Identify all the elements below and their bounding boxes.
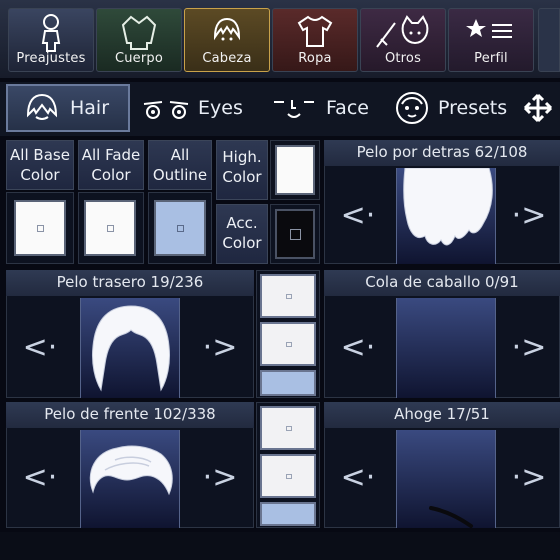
high-color-swatch[interactable] [275,145,315,195]
pelo-frente-prev-button[interactable]: <· [12,452,68,502]
acc-color-label: Acc. Color [216,204,268,264]
pelo-frente-color-2[interactable] [260,454,316,498]
category-label: Cuerpo [114,51,164,66]
pelo-detras-header: Pelo por detras 62/108 [324,140,560,166]
hair-rear-thumbnail [92,305,170,392]
category-preajustes[interactable]: Preajustes [8,8,94,72]
arrow-left-icon: <· [340,329,376,365]
tab-label: Hair [70,97,110,119]
category-label: Otros [384,51,422,66]
figure-icon [41,14,61,52]
category-label: Ropa [298,51,332,66]
arrow-left-icon: <· [22,329,58,365]
pelo-trasero-prev-button[interactable]: <· [12,322,68,372]
ahoge-header: Ahoge 17/51 [324,402,560,428]
category-ropa[interactable]: Ropa [272,8,358,72]
head-icon [213,17,241,41]
pelo-detras-prev-button[interactable]: <· [330,190,386,240]
acc-color-swatch[interactable] [275,209,315,259]
category-label: Perfil [474,51,508,66]
hair-back-thumbnail [403,167,493,246]
presets-icon [396,92,428,124]
pelo-trasero-header: Pelo trasero 19/236 [6,270,254,296]
category-label: Cabeza [202,51,252,66]
move-icon [523,93,553,123]
arrow-left-icon: <· [22,459,58,495]
category-label: Preajustes [16,51,86,66]
pelo-trasero-preview [80,298,180,398]
arrow-left-icon: <· [340,197,376,233]
all-base-color-swatch[interactable] [14,200,66,256]
arrow-right-icon: ·> [202,329,238,365]
tab-face[interactable]: Face [262,84,386,132]
pelo-frente-color-3[interactable] [260,502,316,526]
category-bar: Preajustes Cuerpo Cabeza Ropa Otros Perf… [0,0,560,78]
pelo-detras-preview [396,167,496,264]
all-base-color-label: All Base Color [6,140,74,190]
tab-label: Presets [438,97,508,119]
all-outline-swatch[interactable] [154,200,206,256]
category-otros[interactable]: Otros [360,8,446,72]
arrow-left-icon: <· [340,459,376,495]
tab-eyes[interactable]: Eyes [134,84,258,132]
shirt-icon [297,15,333,47]
ahoge-next-button[interactable]: ·> [502,452,556,502]
tab-bar: Hair Eyes Face Presets [0,82,560,136]
arrow-right-icon: ·> [511,329,547,365]
pelo-trasero-color-2[interactable] [260,322,316,366]
arrow-right-icon: ·> [511,459,547,495]
ahoge-thumbnail [429,506,473,528]
all-fade-color-label: All Fade Color [78,140,144,190]
bottom-strip [0,532,560,560]
hair-front-thumbnail [89,445,173,496]
pelo-frente-color-1[interactable] [260,406,316,450]
hair-icon [26,93,58,120]
move-handle[interactable] [516,84,560,132]
cola-caballo-header: Cola de caballo 0/91 [324,270,560,296]
sword-cat-icon [376,15,429,48]
pelo-frente-next-button[interactable]: ·> [192,452,248,502]
tab-presets[interactable]: Presets [390,84,514,132]
all-fade-color-swatch[interactable] [84,200,136,256]
ahoge-preview [396,430,496,528]
high-color-label: High. Color [216,140,268,200]
pelo-trasero-color-1[interactable] [260,274,316,318]
star-list-icon [466,19,512,38]
category-cuerpo[interactable]: Cuerpo [96,8,182,72]
tab-hair[interactable]: Hair [6,84,130,132]
pelo-frente-header: Pelo de frente 102/338 [6,402,254,428]
category-overflow[interactable] [538,8,560,72]
all-outline-label: All Outline [148,140,212,190]
ahoge-prev-button[interactable]: <· [330,452,386,502]
tab-label: Face [326,97,369,119]
cola-caballo-next-button[interactable]: ·> [502,322,556,372]
pelo-frente-preview [80,430,180,528]
arrow-right-icon: ·> [202,459,238,495]
category-perfil[interactable]: Perfil [448,8,534,72]
tab-label: Eyes [198,97,243,119]
eyes-icon [143,101,189,119]
category-cabeza[interactable]: Cabeza [184,8,270,72]
cola-caballo-prev-button[interactable]: <· [330,322,386,372]
arrow-right-icon: ·> [511,197,547,233]
cola-caballo-preview [396,298,496,398]
coat-icon [121,15,157,50]
pelo-trasero-next-button[interactable]: ·> [192,322,248,372]
pelo-detras-next-button[interactable]: ·> [502,190,556,240]
pelo-trasero-color-3[interactable] [260,370,316,396]
face-icon [274,100,314,118]
